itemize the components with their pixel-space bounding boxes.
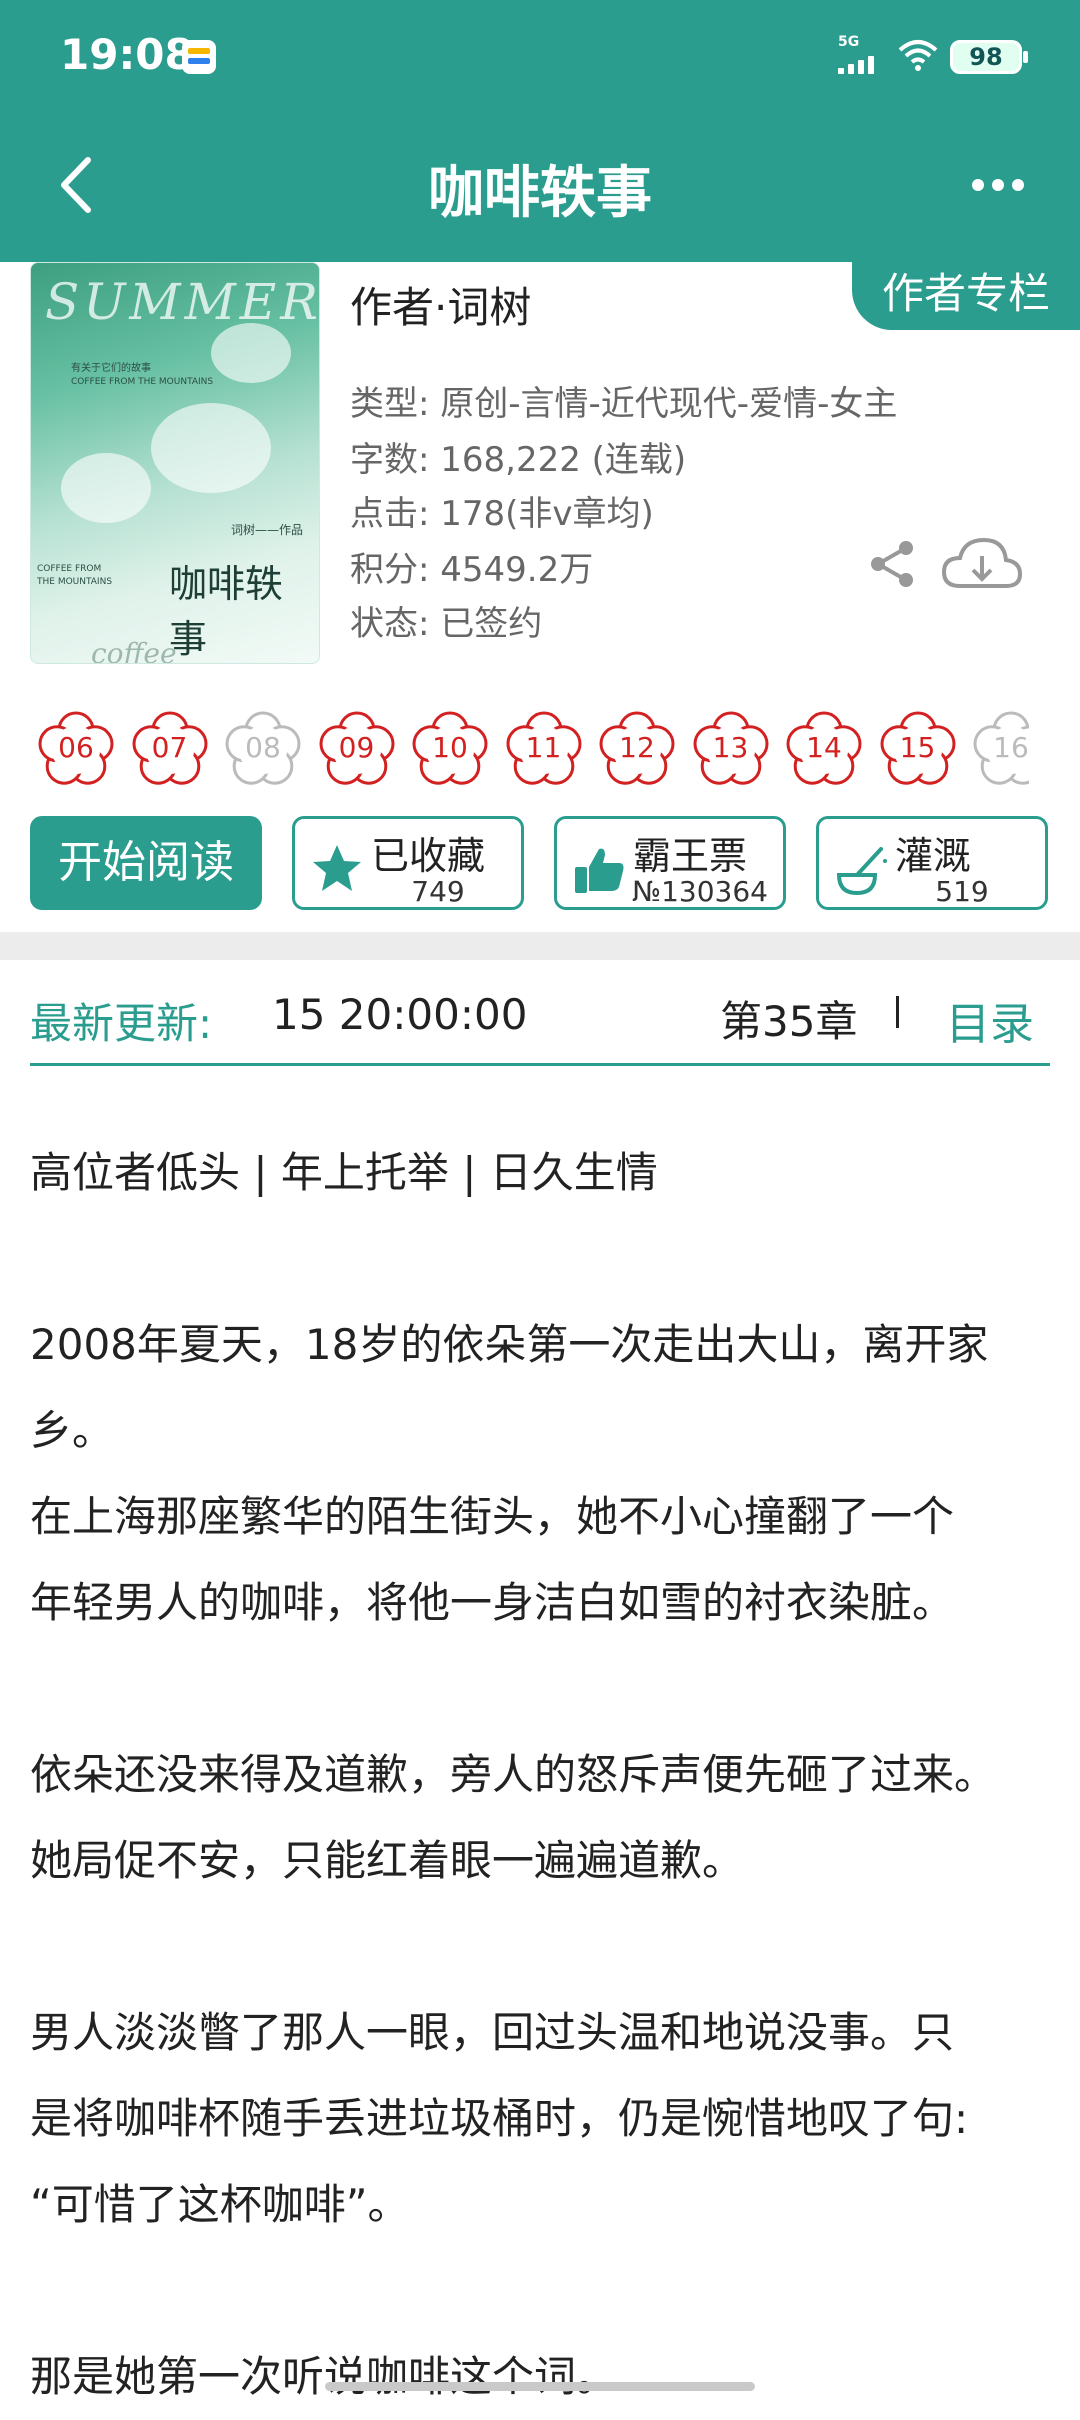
cloud-download-icon[interactable] (940, 534, 1024, 596)
intro-line: 2008年夏天，18岁的依朵第一次走出大山，离开家 (30, 1320, 989, 1369)
intro-line (30, 1646, 1060, 1732)
badge-flower[interactable]: 09 (315, 706, 399, 790)
book-status: 状态: 已签约 (350, 604, 543, 644)
latest-chapter[interactable]: 第35章 (720, 988, 857, 1049)
intro-line: 乡。 (30, 1406, 115, 1455)
network-type: 5G (838, 34, 860, 50)
more-options-button[interactable] (972, 160, 1024, 210)
book-word-count: 字数: 168,222 (连载) (350, 440, 687, 480)
water-button[interactable]: 灌溉 519 (816, 816, 1048, 910)
favorite-label: 已收藏 (371, 834, 486, 878)
home-indicator[interactable] (325, 2382, 755, 2391)
cover-en-text: COFFEE FROM THE MOUNTAINS (37, 564, 113, 587)
intro-line: 年轻男人的咖啡，将他一身洁白如雪的衬衣染脏。 (30, 1578, 955, 1627)
water-count: 519 (935, 875, 989, 908)
intro-line: 她局促不安，只能红着眼一遍遍道歉。 (30, 1836, 745, 1885)
book-cover[interactable]: SUMMER 有关于它们的故事 COFFEE FROM THE MOUNTAIN… (30, 262, 320, 664)
vote-label: 霸王票 (633, 834, 748, 878)
intro-line: 男人淡淡瞥了那人一眼，回过头温和地说没事。只 (30, 2008, 955, 2057)
cover-tagline: 有关于它们的故事 (71, 363, 151, 374)
badge-flower[interactable]: 06 (34, 706, 118, 790)
badge-flower[interactable]: 13 (689, 706, 773, 790)
start-reading-button[interactable]: 开始阅读 (30, 816, 262, 910)
cover-credit: 词树——作品 (231, 523, 304, 537)
latest-update-time: 15 20:00:00 (272, 990, 528, 1039)
author-name[interactable]: 作者·词树 (350, 274, 531, 335)
intro-line: 是将咖啡杯随手丢进垃圾桶时，仍是惋惜地叹了句: (30, 2094, 969, 2143)
wifi-icon (898, 40, 938, 71)
badge-flower[interactable]: 07 (128, 706, 212, 790)
water-label: 灌溉 (895, 834, 972, 878)
intro-line: 高位者低头 | 年上托举 | 日久生情 (30, 1148, 658, 1197)
update-underline (30, 1063, 1050, 1066)
intro-line (30, 1216, 1060, 1302)
badge-flower[interactable]: 14 (782, 706, 866, 790)
cover-subtitle: COFFEE FROM THE MOUNTAINS (71, 377, 214, 387)
app-header: 19:08 5G 98 咖啡轶事 (0, 0, 1080, 262)
cover-footer-script: coffee anecdotes (91, 637, 177, 664)
latest-update-row[interactable]: 最新更新: 15 20:00:00 第35章 目录 (0, 960, 1080, 1070)
intro-line: 在上海那座繁华的陌生街头，她不小心撞翻了一个 (30, 1492, 955, 1541)
badge-flower[interactable]: 10 (408, 706, 492, 790)
favorite-button[interactable]: 已收藏 749 (292, 816, 524, 910)
table-of-contents-link[interactable]: 目录 (946, 988, 1034, 1052)
vote-count: №130364 (631, 875, 768, 908)
badge-flower[interactable]: 15 (876, 706, 960, 790)
cover-title-en: SUMMER (45, 273, 320, 331)
daily-badges: 06 07 08 09 10 11 12 13 14 15 16 (34, 706, 1074, 796)
share-icon[interactable] (866, 538, 918, 590)
page-title: 咖啡轶事 (428, 161, 652, 226)
intro-line: “可惜了这杯咖啡”。 (30, 2180, 410, 2229)
badge-flower[interactable]: 12 (595, 706, 679, 790)
cellular-signal-icon: 5G (838, 34, 882, 76)
badge-flower[interactable]: 11 (502, 706, 586, 790)
book-type: 类型: 原创-言情-近代现代-爱情-女主 (350, 384, 898, 424)
notification-app-icon (182, 40, 216, 74)
separator (896, 996, 899, 1028)
book-points: 积分: 4549.2万 (350, 550, 594, 590)
status-time: 19:08 (60, 30, 194, 79)
intro-line (30, 1904, 1060, 1990)
intro-line (30, 2248, 1060, 2334)
badge-flower[interactable]: 16 (969, 706, 1029, 790)
intro-line: 依朵还没来得及道歉，旁人的怒斥声便先砸了过来。 (30, 1750, 997, 1799)
badge-flower[interactable]: 08 (221, 706, 305, 790)
intro-line: 那是她第一次听说咖啡这个词。 (30, 2352, 619, 2401)
author-column-button[interactable]: 作者专栏 (852, 262, 1080, 330)
book-clicks: 点击: 178(非v章均) (350, 494, 654, 534)
vote-button[interactable]: 霸王票 №130364 (554, 816, 786, 910)
battery-icon: 98 (950, 40, 1028, 74)
book-intro: 高位者低头 | 年上托举 | 日久生情 2008年夏天，18岁的依朵第一次走出大… (30, 1130, 1060, 2420)
section-divider (0, 932, 1080, 960)
battery-level: 98 (969, 43, 1003, 71)
favorite-count: 749 (411, 875, 465, 908)
latest-update-label: 最新更新: (30, 999, 213, 1048)
